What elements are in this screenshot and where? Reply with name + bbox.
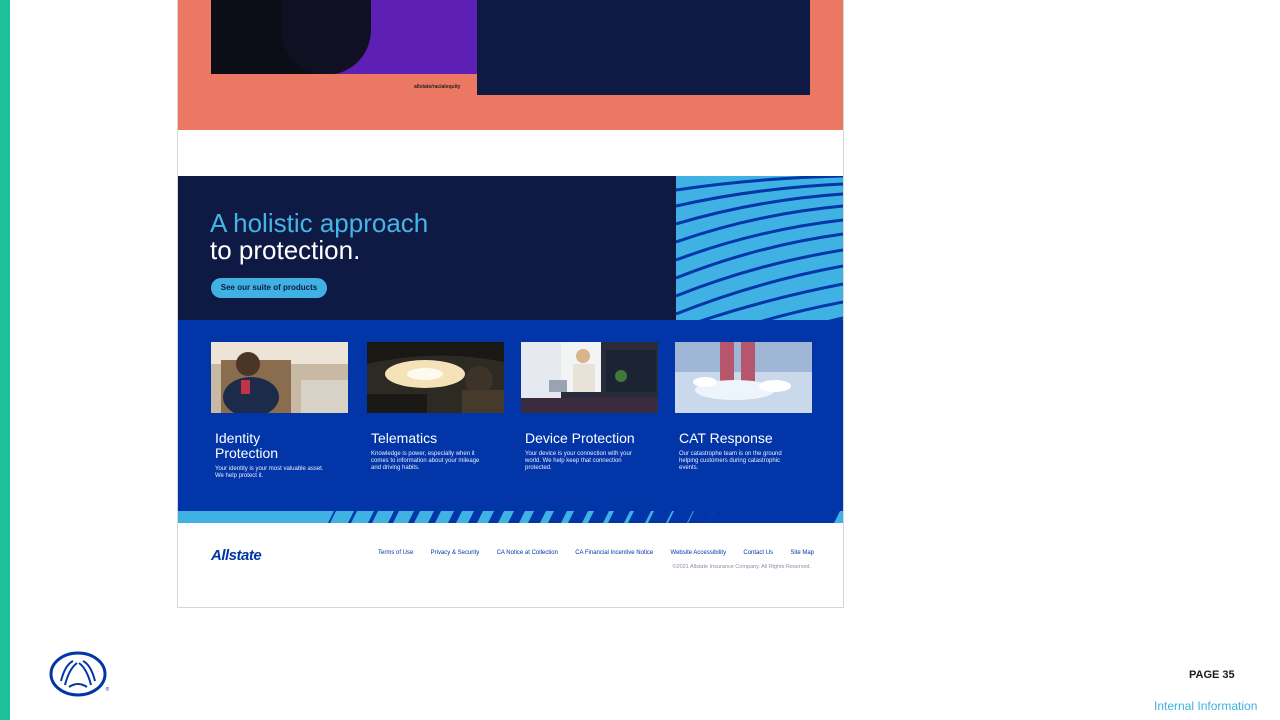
curved-lines-graphic xyxy=(676,176,843,320)
product-description: Your device is your connection with your… xyxy=(525,451,632,471)
device-protection-photo xyxy=(521,342,658,413)
allstate-wordmark[interactable]: Allstate xyxy=(211,547,262,564)
product-title: Device Protection xyxy=(525,430,635,446)
slide-accent-bar xyxy=(0,0,10,720)
product-description: Knowledge is power, especially when it c… xyxy=(371,451,480,471)
identity-protection-photo xyxy=(211,342,348,417)
footer-link-privacy[interactable]: Privacy & Security xyxy=(431,550,480,556)
racial-equity-section: allstate/racialequity xyxy=(178,0,843,130)
hero-title-line2: to protection. xyxy=(210,235,361,265)
footer-link-ca-financial[interactable]: CA Financial Incentive Notice xyxy=(575,550,653,556)
email-mockup: allstate/racialequity A holistic approac… xyxy=(177,0,844,608)
product-card[interactable]: CAT Response Our catastrophe team is on … xyxy=(675,342,812,472)
product-description: Our catastrophe team is on the ground he… xyxy=(679,451,782,471)
page-number: PAGE 35 xyxy=(1189,669,1235,681)
footer-link-contact[interactable]: Contact Us xyxy=(743,550,773,556)
product-description: Your identity is your most valuable asse… xyxy=(215,466,324,479)
hero-title-line1: A holistic approach xyxy=(210,208,429,238)
footer-link-sitemap[interactable]: Site Map xyxy=(790,550,814,556)
product-card[interactable]: Identity Protection Your identity is you… xyxy=(211,342,348,480)
racial-equity-url: allstate/racialequity xyxy=(414,84,461,90)
svg-text:®: ® xyxy=(105,686,109,693)
cat-response-photo xyxy=(675,342,812,413)
product-title: CAT Response xyxy=(679,430,773,446)
campaign-photo xyxy=(211,0,477,74)
footer-copyright: ©2021 Allstate Insurance Company. All Ri… xyxy=(672,564,811,570)
product-card[interactable]: Device Protection Your device is your co… xyxy=(521,342,658,472)
footer-link-terms[interactable]: Terms of Use xyxy=(378,550,413,556)
hero-banner: A holistic approach to protection. See o… xyxy=(178,176,843,320)
product-title: Identity Protection xyxy=(215,430,279,461)
products-suite-button[interactable]: See our suite of products xyxy=(211,278,327,298)
product-card[interactable]: Telematics Knowledge is power, especiall… xyxy=(367,342,504,472)
products-section: Identity Protection Your identity is you… xyxy=(178,320,843,511)
footer-links: Terms of Use Privacy & Security CA Notic… xyxy=(378,550,814,556)
telematics-photo xyxy=(367,342,504,413)
campaign-panel xyxy=(477,0,810,95)
product-title: Telematics xyxy=(371,430,438,446)
footer-link-ca-notice[interactable]: CA Notice at Collection xyxy=(497,550,558,556)
footer-link-accessibility[interactable]: Website Accessibility xyxy=(671,550,727,556)
hero-title: A holistic approach to protection. xyxy=(210,210,428,264)
allstate-hands-logo-icon: ® xyxy=(49,651,109,697)
classification-label: Internal Information xyxy=(1154,699,1258,713)
diagonal-stripe-band xyxy=(178,511,843,523)
